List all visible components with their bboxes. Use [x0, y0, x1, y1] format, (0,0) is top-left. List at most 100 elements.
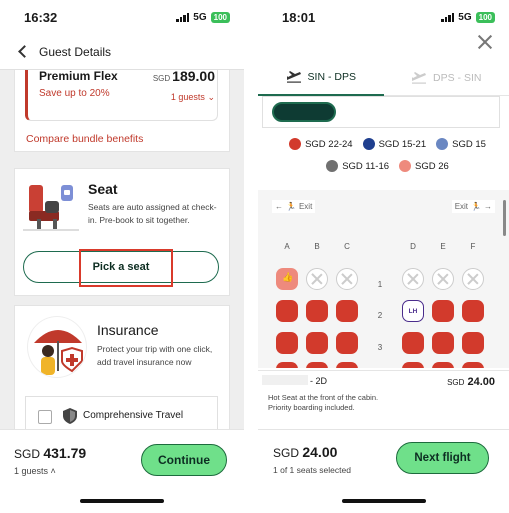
column-label: F [470, 242, 476, 251]
total-value: 431.79 [43, 445, 87, 461]
seat-selection-screen: 18:01 5G 100 SIN - DPS DPS - SIN SGD 22-… [258, 0, 509, 513]
seat-4b[interactable] [306, 362, 328, 368]
tab-outbound[interactable]: SIN - DPS [258, 60, 384, 96]
seat-3a[interactable] [276, 332, 298, 354]
shield-icon [63, 408, 77, 424]
seat-2c[interactable] [336, 300, 358, 322]
bundle-card: Premium Flex Save up to 20% SGD 189.00 1 … [14, 70, 230, 152]
insurance-option[interactable]: Comprehensive Travel [25, 396, 218, 429]
compare-bundle-link[interactable]: Compare bundle benefits [26, 133, 143, 145]
page-title: Guest Details [39, 44, 112, 59]
exit-right: Exit 🏃 → [451, 200, 495, 213]
seat-1b [306, 268, 328, 290]
tab-return[interactable]: DPS - SIN [383, 60, 509, 96]
legend-item: SGD 15 [436, 138, 486, 150]
seat-4d[interactable] [402, 362, 424, 368]
seat-total-value: 24.00 [302, 444, 338, 460]
seat-2f[interactable] [462, 300, 484, 322]
legend-label: SGD 26 [415, 160, 449, 172]
plane-takeoff-icon [286, 71, 301, 83]
seat-4f[interactable] [462, 362, 484, 368]
legend-label: SGD 15 [452, 138, 486, 150]
add-ons-scroll[interactable]: Premium Flex Save up to 20% SGD 189.00 1 … [0, 70, 244, 429]
insurance-checkbox[interactable] [38, 410, 52, 424]
running-person-icon: 🏃 [286, 202, 296, 211]
tab-return-label: DPS - SIN [433, 71, 482, 84]
selected-seat-price: SGD 24.00 [447, 376, 495, 388]
row-label: 1 [377, 280, 383, 289]
chevron-up-icon: ˄ [50, 466, 56, 476]
guests-toggle[interactable]: 1 guests ˄ [14, 466, 56, 476]
seat-4e[interactable] [432, 362, 454, 368]
seat-1d [402, 268, 424, 290]
status-bar: 16:32 5G 100 [0, 0, 244, 34]
legend-dot [362, 138, 375, 150]
legend-item: SGD 11-16 [326, 160, 389, 172]
guest-details-screen: 16:32 5G 100 Guest Details Premium Flex … [0, 0, 244, 513]
page-header: Guest Details [0, 34, 244, 70]
umbrella-shield-icon [34, 330, 83, 375]
seat-illustration-icon [23, 185, 79, 231]
legend-label: SGD 11-16 [342, 160, 390, 172]
seat-2b[interactable] [306, 300, 328, 322]
chevron-down-icon: ⌄ [207, 92, 215, 102]
seat-title: Seat [88, 181, 118, 197]
seat-3b[interactable] [306, 332, 328, 354]
network-label: 5G [193, 11, 207, 23]
seat-4a[interactable] [276, 362, 298, 368]
row-label: 3 [377, 343, 383, 352]
tab-outbound-label: SIN - DPS [307, 71, 356, 83]
status-time: 16:32 [24, 9, 58, 25]
passenger-selector [262, 96, 500, 128]
insurance-option-name: Comprehensive Travel [83, 410, 184, 421]
passenger-name-placeholder [262, 375, 308, 385]
seat-3e[interactable] [432, 332, 454, 354]
status-bar: 18:01 5G 100 [258, 0, 509, 34]
column-label: E [440, 242, 446, 251]
home-indicator [341, 499, 426, 503]
seat-2a[interactable] [276, 300, 298, 322]
seat-total-currency: SGD [273, 446, 300, 460]
seat-3f[interactable] [462, 332, 484, 354]
total-currency: SGD [14, 447, 41, 461]
right-footer: SGD 24.00 1 of 1 seats selected Next fli… [258, 429, 509, 513]
seat-map[interactable]: ← 🏃 Exit Exit 🏃 → A B C D E F 1 2 3 👍 LH [258, 190, 509, 368]
price-legend: SGD 22-24 SGD 15-21 SGD 15 SGD 11-16 SGD… [276, 138, 499, 182]
signal-icon [441, 12, 455, 22]
seat-price-value: 24.00 [467, 376, 495, 388]
legend-label: SGD 15-21 [378, 138, 427, 150]
legend-dot [436, 138, 449, 150]
selected-seat-info: - 2D SGD 24.00 Hot Seat at the front of … [258, 370, 509, 428]
seat-card: Seat Seats are auto assigned at check-in… [14, 168, 230, 296]
passenger-chip[interactable] [272, 102, 336, 122]
seat-4c[interactable] [336, 362, 358, 368]
seat-1a[interactable]: 👍 [276, 268, 298, 290]
status-time: 18:01 [282, 9, 316, 25]
seatmap-scrollbar[interactable] [503, 200, 506, 236]
total-price: SGD 431.79 [14, 445, 86, 461]
exit-label: Exit [454, 202, 469, 211]
pick-seat-button[interactable]: Pick a seat [23, 251, 219, 283]
seat-currency: SGD [447, 378, 465, 387]
bundle-currency: SGD [152, 74, 171, 83]
bundle-price-value: 189.00 [172, 70, 215, 84]
continue-button[interactable]: Continue [141, 444, 227, 476]
seat-3d[interactable] [402, 332, 424, 354]
network-label: 5G [458, 11, 472, 23]
seat-2e[interactable] [432, 300, 454, 322]
seat-2d-selected[interactable]: LH [402, 300, 424, 322]
exit-label: Exit [298, 202, 313, 211]
selected-seat-code: - 2D [310, 376, 328, 386]
bundle-guests-dropdown[interactable]: 1 guests ⌄ [171, 92, 215, 103]
running-person-icon: 🏃 [471, 202, 481, 211]
arrow-left-icon: ← [275, 202, 283, 211]
back-chevron-icon[interactable] [18, 45, 31, 58]
legend-label: SGD 22-24 [305, 138, 353, 150]
close-icon[interactable] [477, 34, 493, 50]
next-flight-button[interactable]: Next flight [396, 442, 489, 474]
seat-3c[interactable] [336, 332, 358, 354]
flight-tabs: SIN - DPS DPS - SIN [258, 60, 509, 96]
column-label: A [284, 242, 290, 251]
bundle-guests-label: 1 guests [170, 92, 205, 102]
seat-description: Seats are auto assigned at check-in. Pre… [88, 202, 217, 225]
